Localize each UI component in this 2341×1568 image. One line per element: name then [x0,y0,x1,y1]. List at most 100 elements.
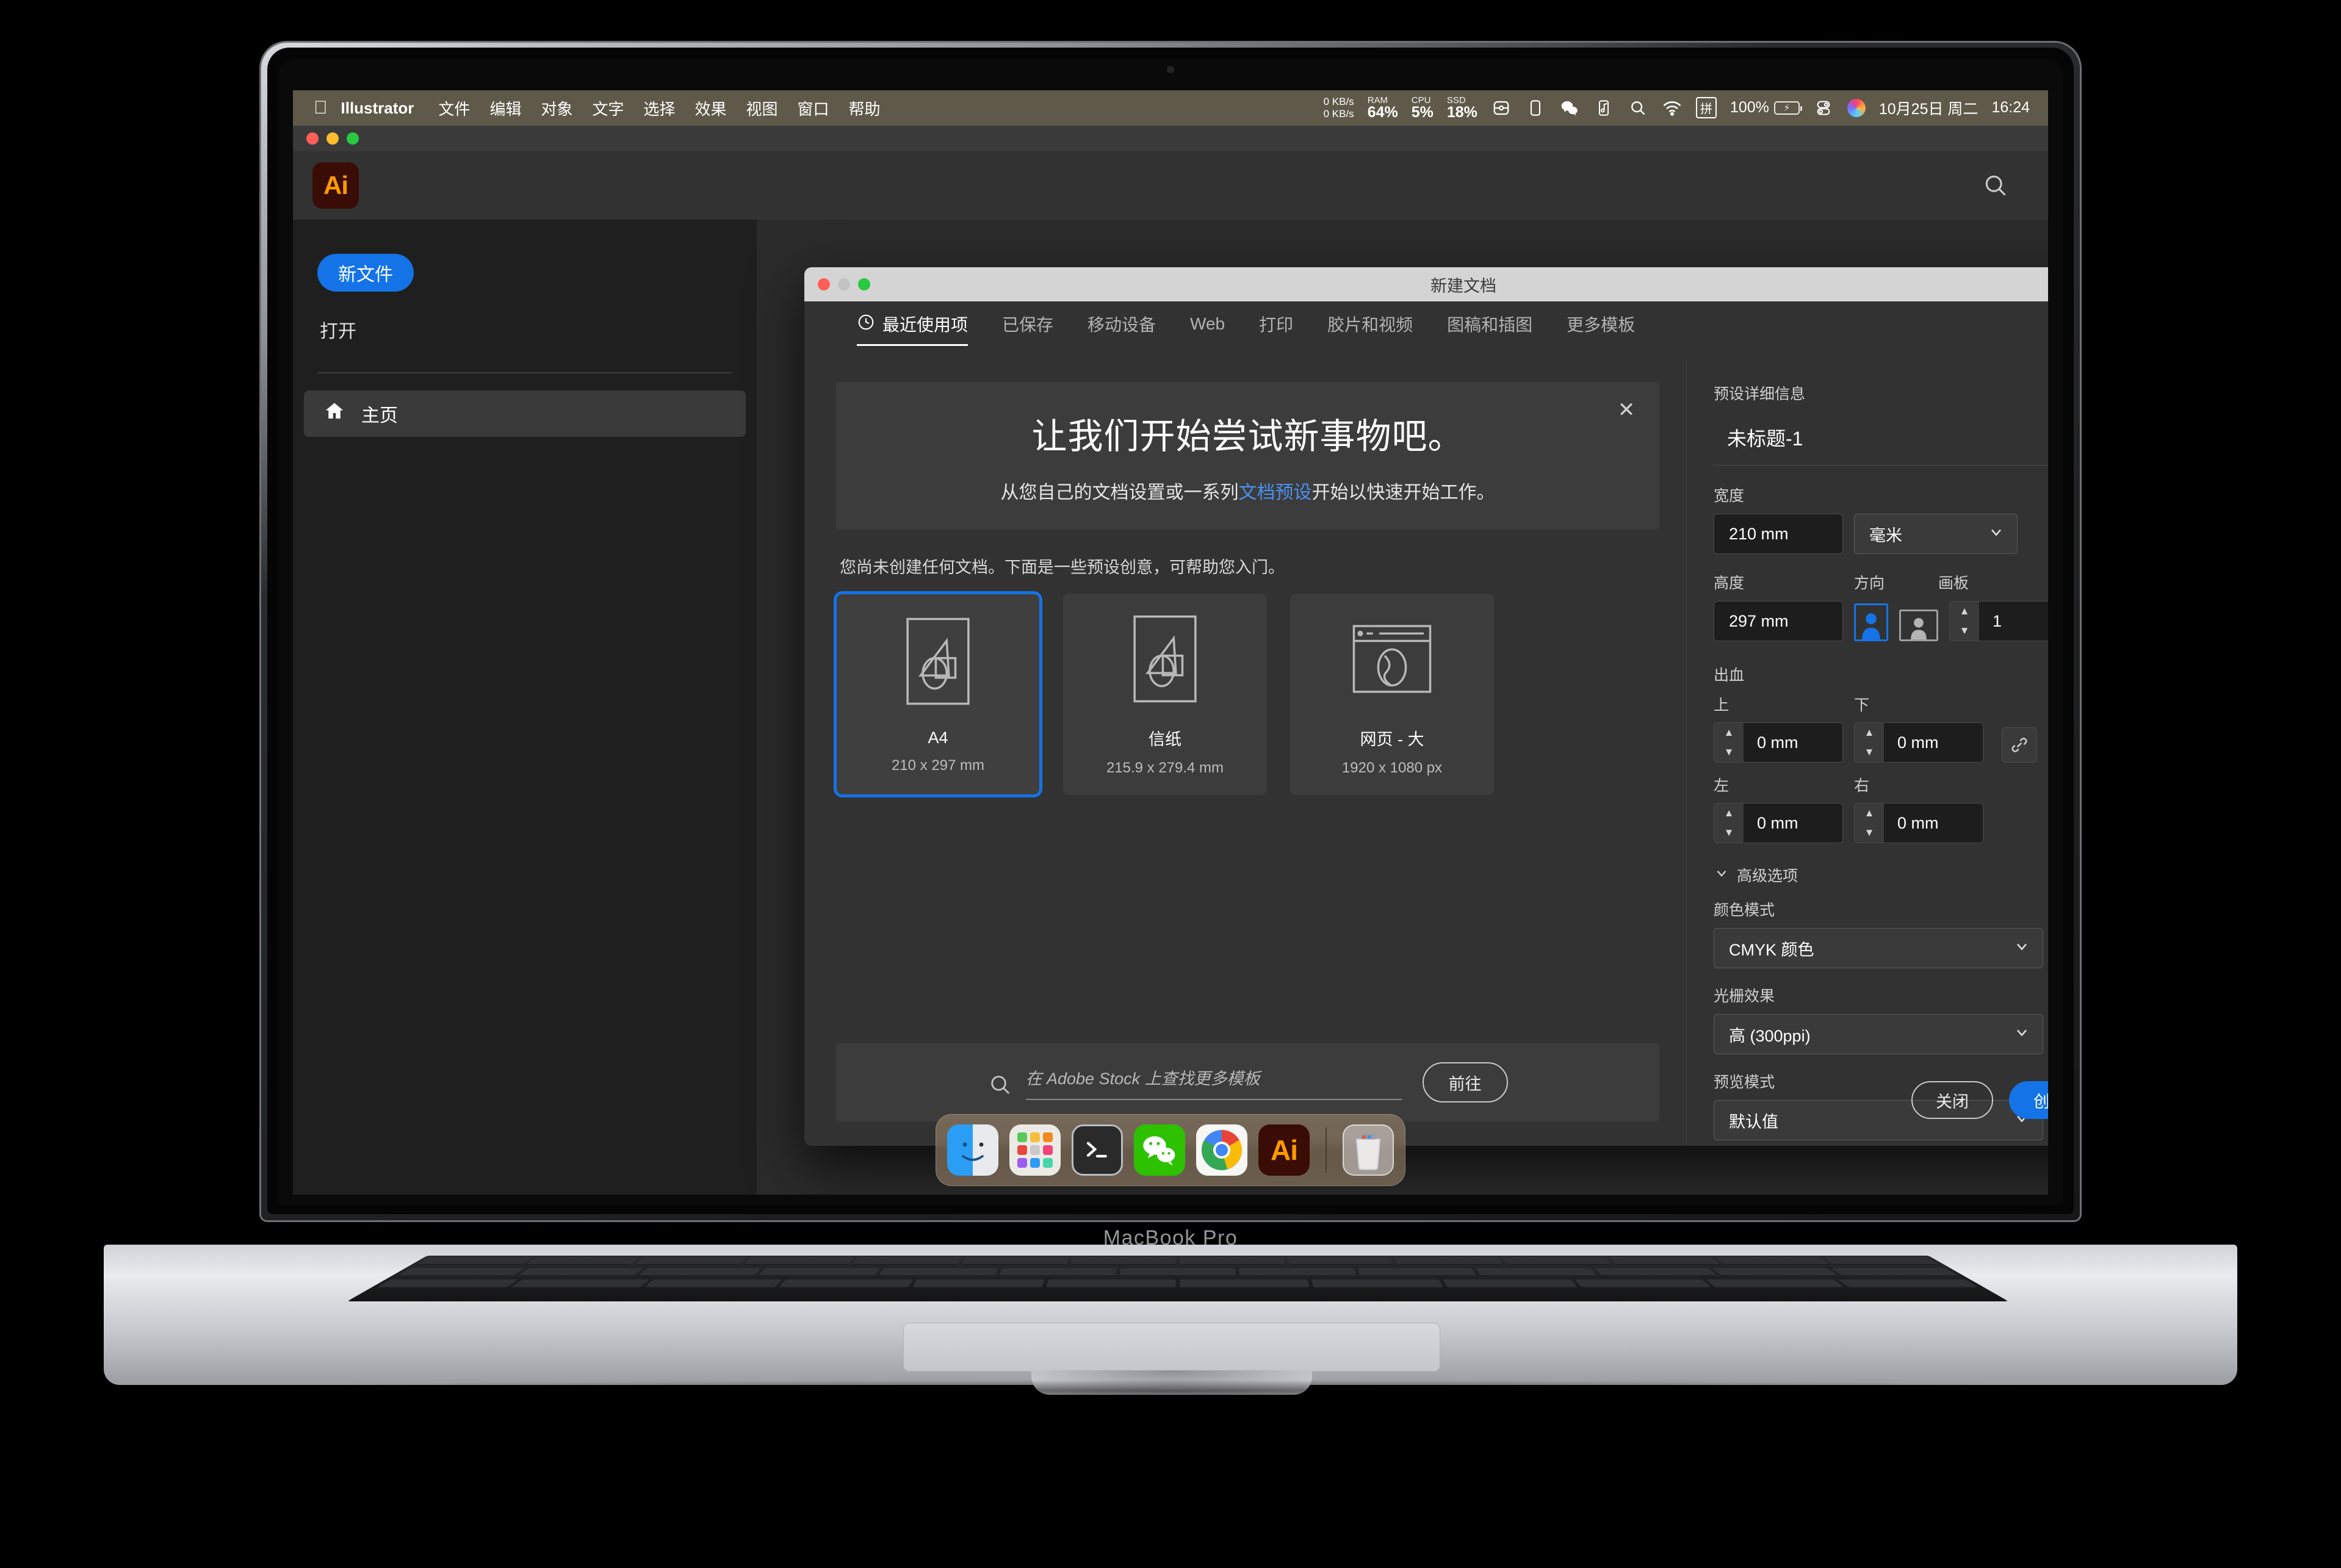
ssd-indicator[interactable]: SSD 18% [1446,95,1477,121]
dock-item-trash[interactable] [1343,1124,1394,1176]
search-icon [988,1073,1012,1100]
siri-icon[interactable] [1847,98,1866,117]
menu-view[interactable]: 视图 [746,97,778,120]
advanced-options-toggle[interactable]: 高级选项 [1714,864,2048,886]
menu-bar-time[interactable]: 16:24 [1991,99,2030,117]
stepper-up-icon[interactable]: ▲ [1714,723,1744,743]
preset-card-web-large[interactable]: 网页 - 大 1920 x 1080 px [1290,594,1494,795]
tab-recent[interactable]: 最近使用项 [857,312,969,350]
bleed-bottom-stepper[interactable]: ▲ ▼ 0 mm [1854,722,1983,763]
stepper-down-icon[interactable]: ▼ [1714,823,1744,843]
bleed-bottom-value[interactable]: 0 mm [1884,723,1983,762]
search-icon[interactable] [1978,168,2013,203]
bleed-right-value[interactable]: 0 mm [1884,804,1983,843]
dock-item-illustrator[interactable]: Ai [1258,1124,1310,1176]
units-select[interactable]: 毫米 [1854,514,2018,554]
bleed-right-stepper[interactable]: ▲ ▼ 0 mm [1854,803,1983,843]
stepper-down-icon[interactable]: ▼ [1855,743,1884,762]
illustrator-titlebar[interactable] [293,126,2048,151]
dock-item-chrome[interactable] [1196,1124,1247,1176]
tab-mobile[interactable]: 移动设备 [1088,312,1156,350]
document-name-input[interactable]: 未标题-1 [1727,423,2048,451]
stepper-up-icon[interactable]: ▲ [1714,804,1744,823]
menu-edit[interactable]: 编辑 [489,97,521,120]
stepper-up-icon[interactable]: ▲ [1855,723,1884,743]
new-file-button[interactable]: 新文件 [317,254,414,292]
bleed-top-stepper[interactable]: ▲ ▼ 0 mm [1714,722,1843,763]
close-button[interactable]: 关闭 [1911,1081,1993,1119]
wechat-icon[interactable] [1559,98,1580,118]
wifi-icon[interactable] [1662,98,1683,118]
height-input[interactable]: 297 mm [1714,601,1843,641]
dialog-title: 新建文档 [1430,276,1496,295]
dock-item-terminal[interactable] [1072,1124,1123,1176]
width-input[interactable]: 210 mm [1714,514,1843,554]
tab-art-illustration[interactable]: 图稿和插图 [1447,312,1532,350]
bleed-left-stepper[interactable]: ▲ ▼ 0 mm [1714,803,1843,843]
open-file-button[interactable]: 打开 [320,316,757,343]
portrait-icon[interactable] [1854,603,1888,641]
adobe-stock-search-bar: 在 Adobe Stock 上查找更多模板 前往 [836,1043,1659,1121]
dock-item-launchpad[interactable] [1009,1124,1061,1176]
apple-icon[interactable]:  [314,99,328,117]
color-mode-select[interactable]: CMYK 颜色 [1714,928,2043,968]
artboards-stepper[interactable]: ▲ ▼ 1 [1949,601,2048,641]
illustrator-header: Ai [293,151,2048,220]
airplay-icon[interactable] [1491,98,1512,118]
stock-go-button[interactable]: 前往 [1422,1062,1508,1102]
music-icon[interactable] [1593,98,1614,118]
ram-indicator[interactable]: RAM 64% [1368,95,1398,121]
close-icon[interactable]: ✕ [1614,398,1639,422]
menu-object[interactable]: 对象 [541,97,572,120]
sidebar-item-home[interactable]: 主页 [304,390,746,437]
preset-card-letter[interactable]: 信纸 215.9 x 279.4 mm [1063,594,1267,795]
window-close-button[interactable] [306,132,319,145]
menu-type[interactable]: 文字 [592,97,624,120]
menu-file[interactable]: 文件 [438,97,470,120]
bleed-left-value[interactable]: 0 mm [1744,804,1842,843]
search-icon[interactable] [1628,98,1648,118]
menu-app-name[interactable]: Illustrator [341,99,414,118]
artboards-value[interactable]: 1 [1979,602,2048,641]
menu-effect[interactable]: 效果 [695,97,727,120]
stepper-down-icon[interactable]: ▼ [1714,743,1744,762]
stepper-up-icon[interactable]: ▲ [1950,602,1979,621]
dialog-titlebar[interactable]: 新建文档 [804,267,2048,301]
stepper-up-icon[interactable]: ▲ [1855,804,1884,823]
cpu-indicator[interactable]: CPU 5% [1412,95,1434,121]
tab-more-templates[interactable]: 更多模板 [1567,312,1635,350]
display-icon[interactable] [1525,98,1546,118]
landscape-icon[interactable] [1899,610,1938,641]
document-presets-link[interactable]: 文档预设 [1239,483,1312,503]
stock-search-input[interactable]: 在 Adobe Stock 上查找更多模板 [1025,1065,1402,1100]
preset-card-a4[interactable]: A4 210 x 297 mm [834,591,1042,797]
bleed-top-value[interactable]: 0 mm [1744,723,1842,762]
link-icon[interactable] [2002,727,2037,763]
tab-saved[interactable]: 已保存 [1002,312,1053,350]
dialog-body: ✕ 让我们开始尝试新事物吧。 从您自己的文档设置或一系列文档预设开始以快速开始工… [804,360,2048,1146]
sidebar-item-home-label: 主页 [361,406,398,426]
details-divider [1714,465,2048,466]
menu-window[interactable]: 窗口 [798,97,829,120]
stepper-down-icon[interactable]: ▼ [1855,823,1884,843]
network-speed-indicator[interactable]: 0 KB/s 0 KB/s [1324,96,1354,120]
illustrator-sidebar: 新文件 打开 主页 [293,220,757,1195]
artboards-stepper-buttons[interactable]: ▲ ▼ [1950,602,1979,641]
raster-effects-select[interactable]: 高 (300ppi) [1714,1014,2043,1054]
tab-print[interactable]: 打印 [1259,312,1293,350]
dock-item-finder[interactable] [947,1124,998,1176]
tab-web[interactable]: Web [1190,314,1225,347]
stepper-down-icon[interactable]: ▼ [1950,621,1979,641]
battery-indicator[interactable]: 100% ⚡ [1730,99,1802,117]
window-zoom-button[interactable] [347,132,359,145]
window-minimize-button[interactable] [326,132,339,145]
dock-item-wechat[interactable] [1134,1124,1185,1176]
menu-help[interactable]: 帮助 [849,97,881,120]
input-method-icon[interactable]: 拼 [1695,97,1717,119]
menu-bar-date[interactable]: 10月25日 周二 [1879,97,1978,119]
create-button[interactable]: 创建 [2009,1081,2048,1119]
tab-film-video[interactable]: 胶片和视频 [1327,312,1413,350]
menu-select[interactable]: 选择 [643,97,675,120]
ssd-label: SSD [1446,95,1466,106]
control-center-icon[interactable] [1813,98,1834,118]
